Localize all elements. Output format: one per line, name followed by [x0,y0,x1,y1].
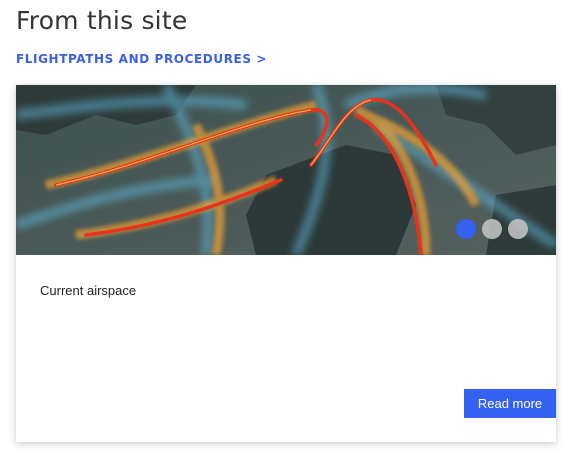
flightpaths-link[interactable]: FLIGHTPATHS AND PROCEDURES > [16,52,267,66]
carousel-dot-2[interactable] [482,219,502,239]
carousel-indicators [456,219,528,239]
card-description: Current airspace [40,283,137,298]
read-more-button[interactable]: Read more [464,389,556,418]
carousel-dot-1[interactable] [456,219,476,239]
flightpath-map-image[interactable] [16,85,556,255]
carousel-dot-3[interactable] [508,219,528,239]
section-title: From this site [16,6,188,35]
page: From this site FLIGHTPATHS AND PROCEDURE… [0,0,572,461]
content-card: Current airspace Read more [16,85,556,442]
